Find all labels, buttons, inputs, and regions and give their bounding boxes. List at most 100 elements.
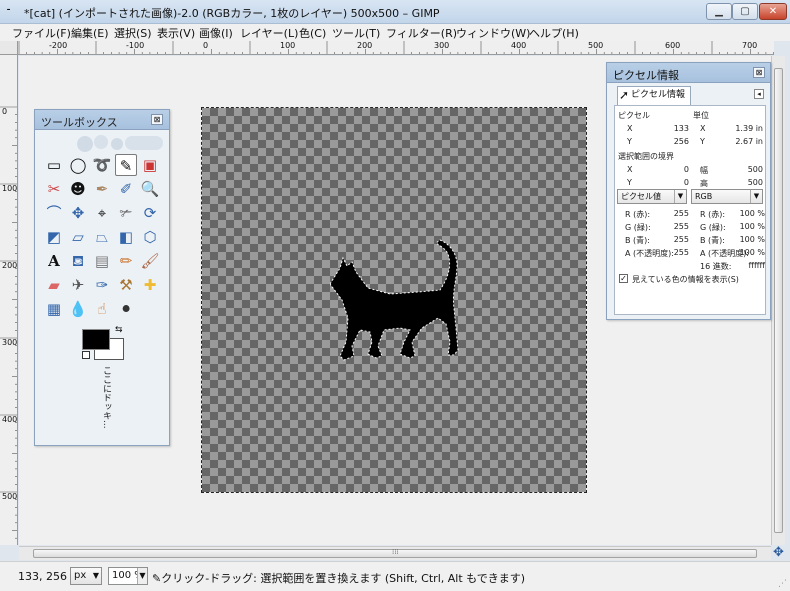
menu-edit[interactable]: 編集(E) — [71, 25, 109, 41]
zoom-icon[interactable]: 🔍 — [139, 178, 161, 200]
menu-help[interactable]: ヘルプ(H) — [529, 25, 579, 41]
dodge-burn-icon[interactable]: ⚫ — [115, 298, 137, 320]
clone-icon[interactable]: ⚒ — [115, 274, 137, 296]
navigate-icon[interactable]: ✥ — [771, 546, 786, 560]
menu-file[interactable]: ファイル(F) — [12, 25, 71, 41]
vertical-scroll-thumb[interactable] — [774, 68, 783, 533]
ruler-label: 0 — [203, 41, 209, 50]
swap-colors-icon[interactable]: ⇆ — [115, 325, 123, 335]
px-y-value: 256 — [673, 137, 689, 146]
chevron-down-icon: ▼ — [750, 190, 762, 203]
rect-select-icon[interactable]: ▭ — [43, 154, 65, 176]
color-select-icon[interactable]: ▣ — [139, 154, 161, 176]
tab-menu-icon[interactable]: ◂ — [754, 89, 764, 99]
horizontal-ruler[interactable]: -200 -100 0 100 200 300 400 500 600 700 — [18, 41, 774, 55]
perspective-clone-icon[interactable]: ▦ — [43, 298, 65, 320]
pointer-info-header[interactable]: ピクセル情報 ⊠ — [607, 63, 770, 83]
flip-icon[interactable]: ◧ — [115, 226, 137, 248]
foreground-select-icon[interactable]: ☻ — [67, 178, 89, 200]
heal-icon[interactable]: ✚ — [139, 274, 161, 296]
align-icon[interactable]: ⌖ — [91, 202, 113, 224]
menu-bar: ファイル(F) 編集(E) 選択(S) 表示(V) 画像(I) レイヤー(L) … — [0, 24, 790, 41]
left-row-value: 255 — [673, 248, 689, 257]
pointer-coordinates: 133, 256 — [18, 570, 67, 583]
eraser-icon[interactable]: ▰ — [43, 274, 65, 296]
menu-layer[interactable]: レイヤー(L) — [240, 25, 298, 41]
airbrush-icon[interactable]: ✈ — [67, 274, 89, 296]
crop-icon[interactable]: ✃ — [115, 202, 137, 224]
dock-hint: ここにドッキ... — [101, 366, 111, 429]
color-picker-icon[interactable]: ✐ — [115, 178, 137, 200]
ruler-label: -100 — [126, 41, 145, 50]
sample-mode-right-dropdown[interactable]: RGB ▼ — [691, 189, 763, 204]
scissors-select-icon[interactable]: ✂ — [43, 178, 65, 200]
menu-filters[interactable]: フィルター(R) — [386, 25, 457, 41]
toolbox-title: ツールボックス — [41, 116, 118, 129]
smudge-icon[interactable]: ☝ — [91, 298, 113, 320]
menu-windows[interactable]: ウィンドウ(W) — [456, 25, 530, 41]
left-row-label: B (青): — [625, 236, 650, 245]
unit-y-label: Y — [700, 137, 705, 146]
right-row-value: 100 % — [739, 235, 765, 244]
minimize-button[interactable]: ▁ — [706, 3, 732, 20]
paths-icon[interactable]: ✒ — [91, 178, 113, 200]
free-select-icon[interactable]: ➰ — [91, 154, 113, 176]
close-button[interactable]: ✕ — [759, 3, 787, 20]
perspective-icon[interactable]: ⏢ — [91, 226, 113, 248]
tab-pointer-info[interactable]: ➚ ピクセル情報 — [617, 86, 691, 105]
status-bar: 133, 256 px ▼ 100 % ▼ ✎クリック-ドラッグ: 選択範囲を置… — [0, 561, 790, 591]
ruler-label: 100 — [2, 184, 18, 193]
sample-mode-left-dropdown[interactable]: ピクセル値 ▼ — [617, 189, 687, 204]
menu-colors[interactable]: 色(C) — [299, 25, 326, 41]
tool-hint-icon: ✎ — [152, 572, 162, 585]
gimp-app-icon[interactable]: ⁃ — [6, 5, 18, 17]
rotate-icon[interactable]: ⟳ — [139, 202, 161, 224]
cage-transform-icon[interactable]: ⬡ — [139, 226, 161, 248]
horizontal-scrollbar[interactable]: ⁞⁞⁞ — [19, 546, 771, 560]
px-x-label: X — [627, 124, 633, 133]
zoom-combo[interactable]: 100 % ▼ — [108, 567, 148, 585]
bucket-fill-icon[interactable]: ⛾ — [67, 250, 89, 272]
fuzzy-select-icon[interactable]: ✎ — [115, 154, 137, 176]
foreground-color-swatch[interactable] — [82, 329, 110, 350]
sel-x-value: 0 — [683, 165, 689, 174]
pointer-info-close-button[interactable]: ⊠ — [753, 67, 765, 78]
unit-dropdown[interactable]: px ▼ — [70, 567, 102, 585]
tab-label: ピクセル情報 — [631, 90, 686, 100]
vertical-scrollbar[interactable] — [771, 56, 785, 545]
units-heading: 単位 — [693, 111, 709, 120]
ruler-corner[interactable] — [0, 41, 18, 55]
maximize-button[interactable]: ▢ — [732, 3, 758, 20]
hex-label: 16 進数: — [700, 262, 732, 271]
shear-icon[interactable]: ▱ — [67, 226, 89, 248]
ink-icon[interactable]: ✑ — [91, 274, 113, 296]
chevron-down-icon[interactable]: ▼ — [137, 568, 147, 584]
menu-image[interactable]: 画像(I) — [199, 25, 233, 41]
resize-grip-icon[interactable]: ⋰ — [778, 579, 787, 589]
menu-tools[interactable]: ツール(T) — [332, 25, 380, 41]
left-row-value: 255 — [673, 209, 689, 218]
scale-icon[interactable]: ◩ — [43, 226, 65, 248]
move-icon[interactable]: ✥ — [67, 202, 89, 224]
toolbox-panel: ツールボックス ⊠ ▭ ◯ ➰ ✎ ▣ ✂ ☻ ✒ ✐ 🔍 ⌒ ✥ ⌖ ✃ ⟳ … — [34, 109, 170, 446]
pencil-icon[interactable]: ✏ — [115, 250, 137, 272]
menu-view[interactable]: 表示(V) — [157, 25, 195, 41]
sel-h-label: 高 — [700, 179, 708, 188]
vertical-ruler[interactable]: 0 100 200 300 400 500 — [0, 55, 18, 545]
pixels-heading: ピクセル — [618, 111, 650, 120]
color-swatches[interactable]: ⇆ — [82, 325, 126, 363]
blend-icon[interactable]: ▤ — [91, 250, 113, 272]
px-y-label: Y — [627, 137, 632, 146]
blur-sharpen-icon[interactable]: 💧 — [67, 298, 89, 320]
toolbox-header[interactable]: ツールボックス ⊠ — [35, 110, 169, 130]
unit-x-label: X — [700, 124, 706, 133]
reset-colors-icon[interactable] — [82, 351, 90, 359]
dropdown-value: RGB — [695, 192, 713, 201]
measure-icon[interactable]: ⌒ — [43, 202, 65, 224]
paintbrush-icon[interactable]: 🖌 — [139, 250, 161, 272]
menu-select[interactable]: 選択(S) — [114, 25, 152, 41]
text-tool-icon[interactable]: A — [43, 250, 65, 272]
sample-merged-checkbox[interactable]: ✓ — [619, 274, 628, 283]
ellipse-select-icon[interactable]: ◯ — [67, 154, 89, 176]
toolbox-close-button[interactable]: ⊠ — [151, 114, 163, 125]
